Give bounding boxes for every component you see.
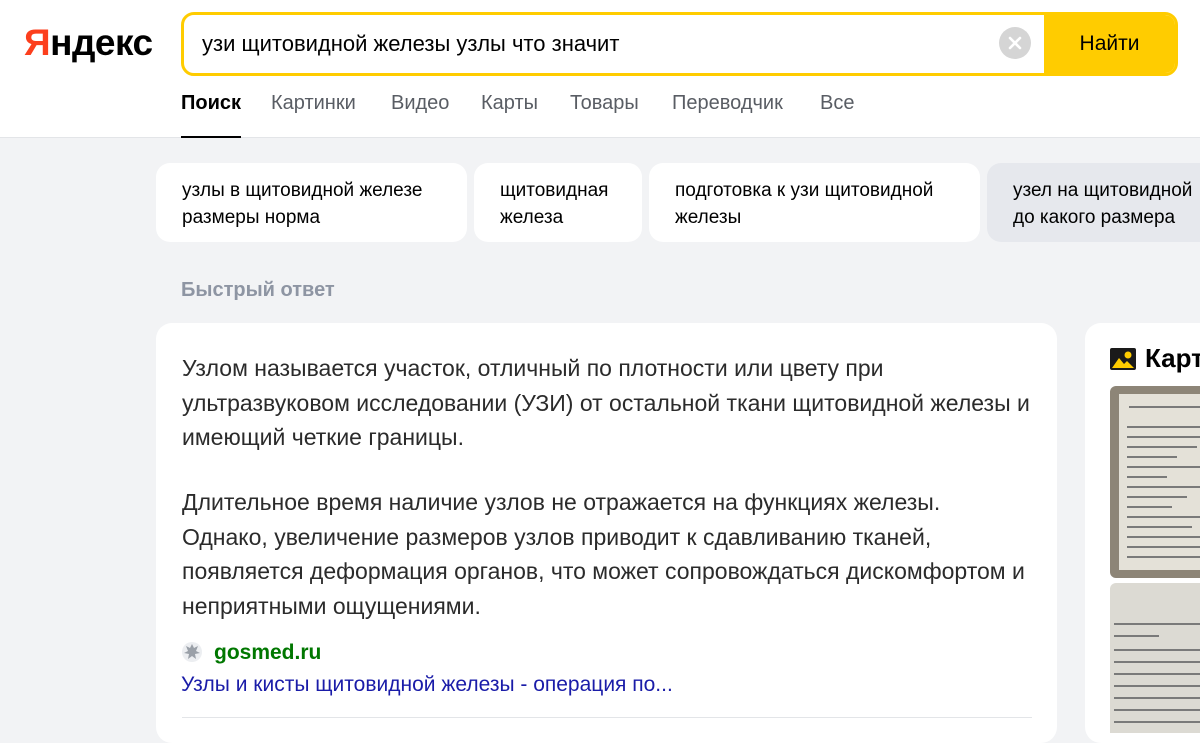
doc-text-line (1114, 623, 1200, 625)
answer-paragraph: Узлом называется участок, отличный по пл… (182, 355, 1030, 450)
doc-text-line (1127, 556, 1200, 558)
search-bar: Найти (181, 12, 1178, 76)
doc-text-line (1114, 649, 1200, 651)
tab-products[interactable]: Товары (570, 92, 639, 136)
tab-translator[interactable]: Переводчик (672, 92, 783, 136)
suggestion-line: щитовидная (500, 180, 609, 201)
suggestion-line: железы (675, 207, 742, 228)
suggestion-line: узел на щитовидной (1013, 180, 1193, 201)
doc-text-line (1127, 456, 1177, 458)
doc-text-line (1127, 516, 1200, 518)
find-button[interactable]: Найти (1044, 15, 1175, 73)
source-host-link[interactable]: gosmed.ru (214, 641, 321, 665)
doc-text-line (1114, 709, 1200, 711)
source-favicon-icon (182, 642, 202, 662)
tab-search[interactable]: Поиск (181, 92, 242, 138)
suggestion-chip[interactable]: подготовка к узи щитовидной железы (649, 163, 980, 242)
quick-answer-card: Узлом называется участок, отличный по пл… (156, 323, 1057, 743)
suggestion-chip[interactable]: узлы в щитовидной железе размеры норма (156, 163, 467, 242)
suggestion-chip[interactable]: щитовидная железа (474, 163, 642, 242)
close-icon (1008, 36, 1022, 50)
logo-rest: ндекс (50, 22, 153, 63)
doc-text-line (1127, 426, 1200, 428)
clear-search-button[interactable] (999, 27, 1031, 59)
doc-text-line (1127, 506, 1172, 508)
doc-text-line (1129, 406, 1200, 408)
suggestion-line: до какого размера (1013, 207, 1176, 228)
quick-answer-title: Быстрый ответ (181, 279, 335, 301)
tab-all[interactable]: Все (820, 92, 854, 136)
header: Яндекс Найти Поиск Картинки Видео Карты … (0, 0, 1200, 138)
tab-video[interactable]: Видео (391, 92, 449, 136)
doc-text-line (1127, 536, 1200, 538)
images-panel-title[interactable]: Картинки (1145, 343, 1200, 374)
tab-maps[interactable]: Карты (481, 92, 538, 136)
image-thumbnail[interactable] (1110, 583, 1200, 733)
doc-text-line (1114, 721, 1200, 723)
doc-text-line (1114, 673, 1200, 675)
answer-paragraph: Длительное время наличие узлов не отража… (182, 489, 1025, 619)
doc-text-line (1127, 436, 1200, 438)
images-panel: Картинки (1085, 323, 1200, 743)
doc-text-line (1127, 446, 1197, 448)
doc-text-line (1127, 486, 1200, 488)
image-icon (1110, 348, 1136, 370)
document-sheet (1119, 394, 1200, 570)
yandex-logo[interactable]: Яндекс (24, 22, 153, 64)
card-divider (182, 717, 1032, 718)
suggestion-line: железа (500, 207, 564, 228)
doc-text-line (1127, 526, 1192, 528)
doc-text-line (1114, 685, 1200, 687)
doc-text-line (1127, 466, 1200, 468)
tab-images[interactable]: Картинки (271, 92, 356, 136)
search-input[interactable] (202, 15, 992, 73)
suggestion-line: подготовка к узи щитовидной (675, 180, 934, 201)
image-thumbnail[interactable] (1110, 386, 1200, 578)
logo-first-letter: Я (24, 22, 51, 63)
doc-text-line (1114, 635, 1159, 637)
suggestion-line: размеры норма (182, 207, 321, 228)
suggestion-line: узлы в щитовидной железе (182, 180, 423, 201)
source-title-link[interactable]: Узлы и кисты щитовидной железы - операци… (181, 673, 673, 697)
doc-text-line (1114, 661, 1200, 663)
doc-text-line (1127, 476, 1167, 478)
suggestion-chip[interactable]: узел на щитовидной до какого размера (987, 163, 1200, 242)
doc-text-line (1114, 697, 1200, 699)
doc-text-line (1127, 546, 1200, 548)
doc-text-line (1127, 496, 1187, 498)
